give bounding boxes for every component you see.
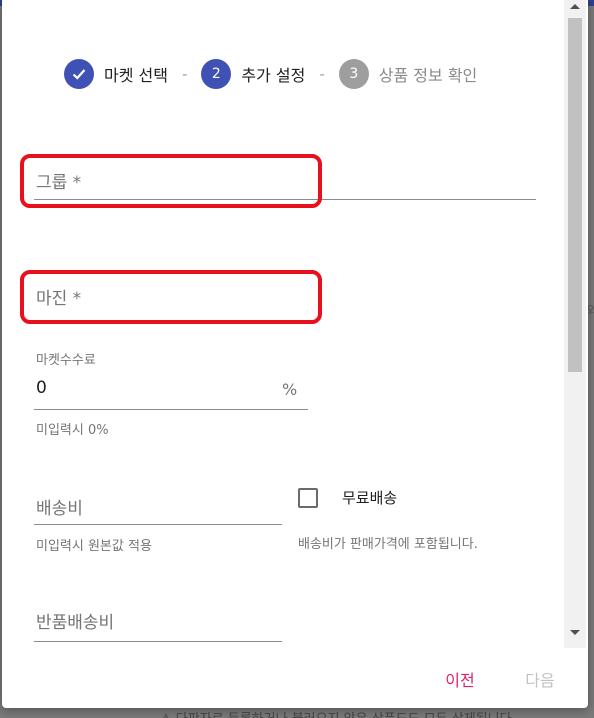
shipping-fee-label: 배송비 (36, 499, 83, 519)
scrollbar[interactable] (564, 0, 586, 648)
scroll-up-arrow-icon[interactable] (570, 4, 580, 9)
step-separator: - (319, 65, 325, 83)
shipping-fee-underline (34, 524, 282, 525)
step-3-number: 3 (338, 59, 369, 89)
highlight-margin (20, 270, 322, 324)
shipping-fee-input[interactable]: 배송비 (34, 488, 282, 526)
free-shipping-helper: 배송비가 판매가격에 포함됩니다. (298, 537, 478, 552)
background-warning-text: ⚠ 다판자로 등록하거나 불러오지 않은 상품도도 모두 삭제됩니다 (160, 708, 594, 718)
highlight-group (20, 154, 322, 208)
add-settings-dialog: 마켓 선택 - 2 추가 설정 - 3 상품 정보 확인 그룹 * 마진 * 마… (2, 0, 588, 708)
step-3-label: 상품 정보 확인 (378, 66, 478, 85)
step-1-check-icon (64, 59, 94, 89)
step-1-label: 마켓 선택 (104, 66, 168, 85)
dialog-content: 마켓 선택 - 2 추가 설정 - 3 상품 정보 확인 그룹 * 마진 * 마… (2, 0, 564, 648)
return-fee-underline (34, 641, 282, 642)
market-fee-helper: 미입력시 0% (36, 423, 109, 438)
free-shipping-checkbox[interactable] (298, 488, 318, 508)
return-fee-input[interactable]: 반품배송비 (34, 604, 282, 642)
scroll-thumb[interactable] (568, 18, 582, 372)
market-fee-underline (34, 409, 308, 410)
return-fee-label: 반품배송비 (36, 613, 115, 633)
shipping-fee-helper: 미입력시 원본값 적용 (36, 539, 152, 554)
next-button[interactable]: 다음 (508, 664, 572, 694)
step-2-number: 2 (201, 59, 232, 89)
step-2-label: 추가 설정 (241, 66, 306, 85)
percent-suffix: % (282, 380, 298, 399)
stepper: 마켓 선택 - 2 추가 설정 - 3 상품 정보 확인 (64, 58, 477, 90)
free-shipping-label[interactable]: 무료배송 (342, 487, 397, 508)
market-fee-label: 마켓수수료 (36, 353, 96, 368)
scroll-down-arrow-icon[interactable] (570, 630, 580, 635)
dialog-actions: 이전 다음 (2, 648, 588, 708)
step-separator: - (181, 65, 188, 83)
market-fee-value: 0 (36, 378, 47, 398)
market-fee-input[interactable]: 0 % (34, 374, 308, 410)
previous-button[interactable]: 이전 (428, 664, 492, 694)
